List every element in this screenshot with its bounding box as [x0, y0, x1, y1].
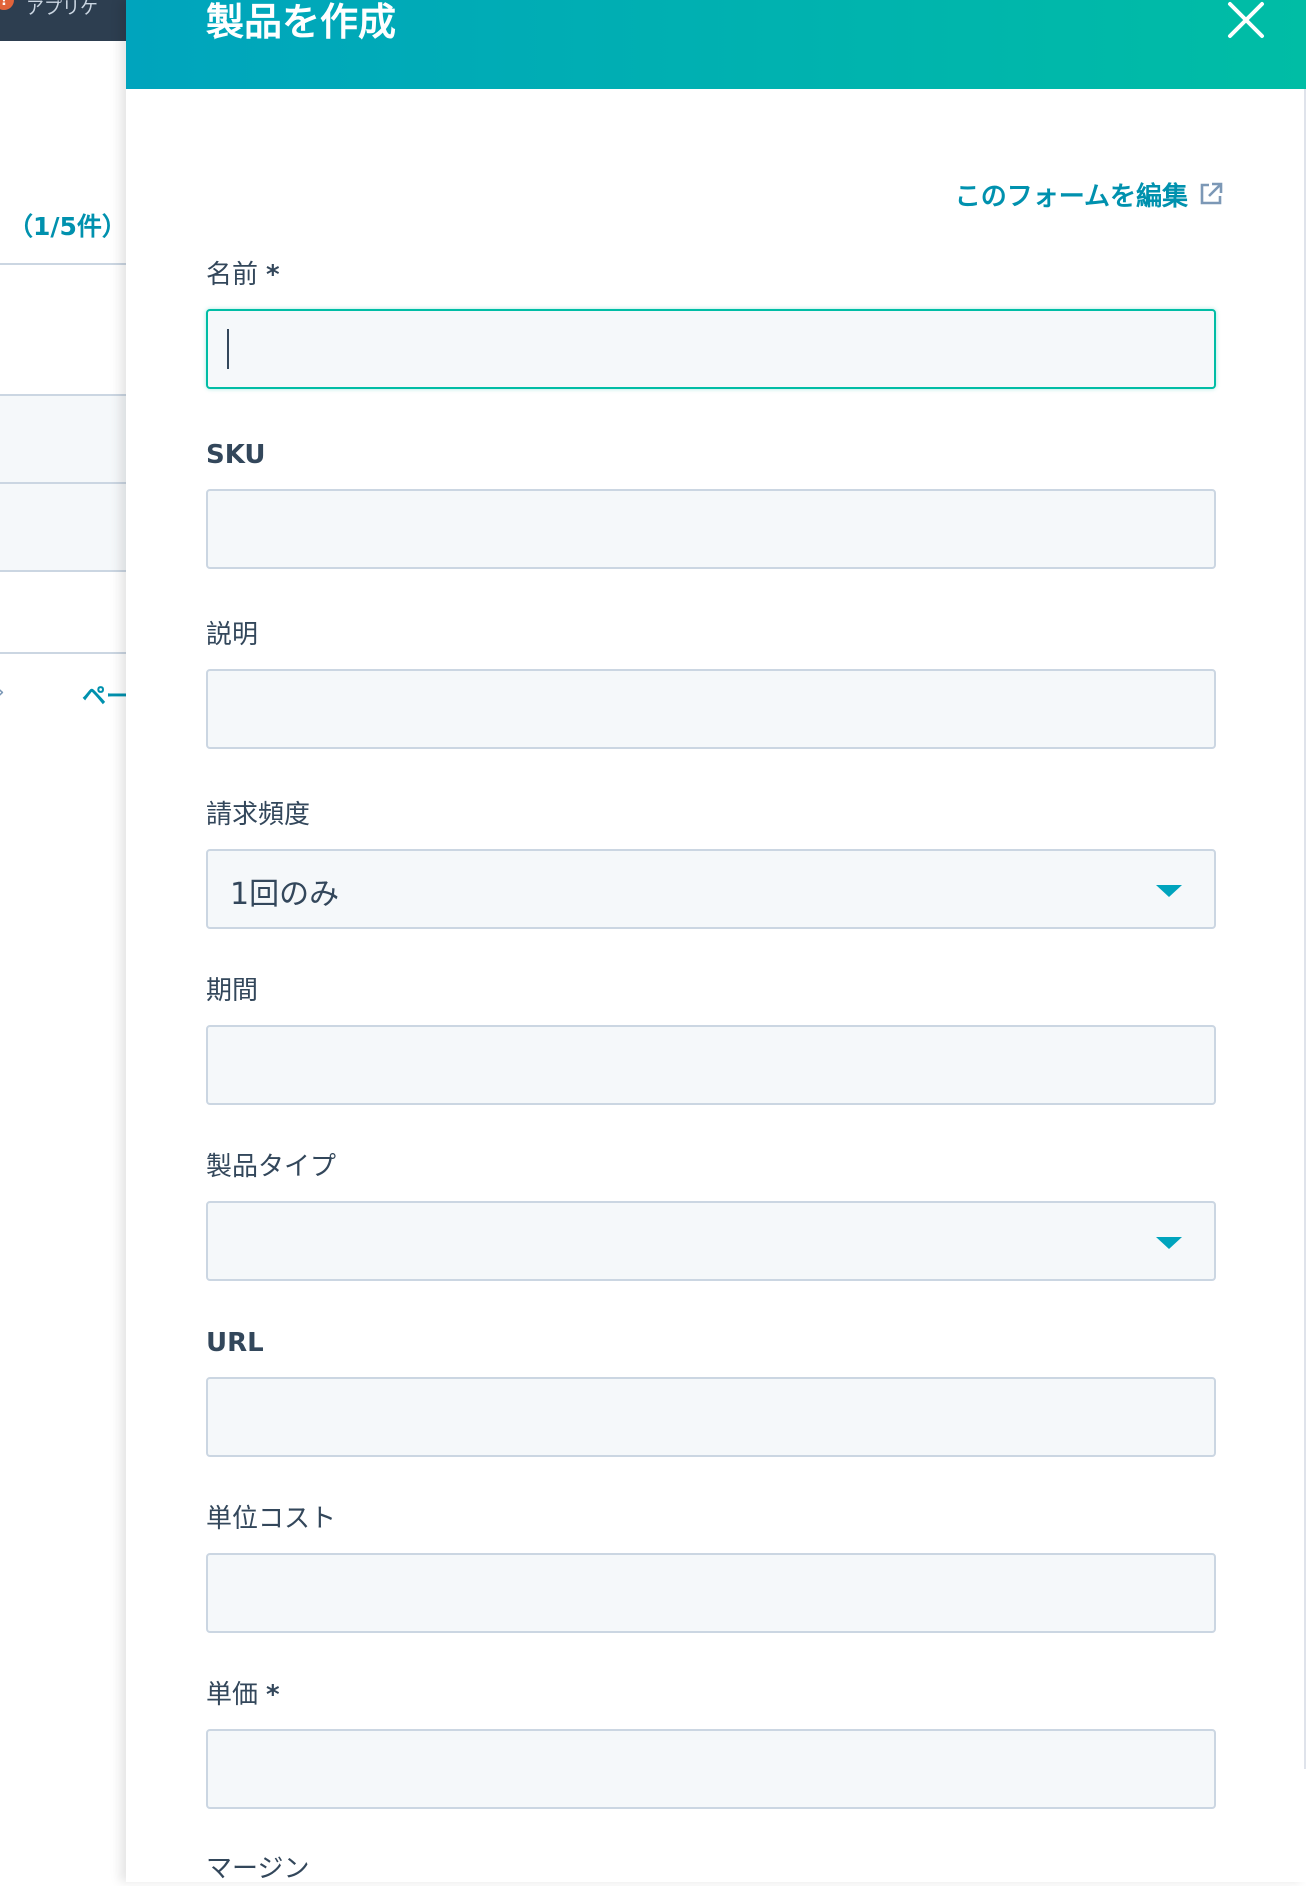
topbar-menu-text[interactable]: アプリケ	[26, 0, 98, 20]
sku-field-label: SKU	[206, 440, 266, 470]
term-input[interactable]	[206, 1025, 1216, 1105]
chevron-right-icon[interactable]: ›	[0, 680, 5, 705]
url-field-label: URL	[206, 1328, 264, 1358]
unit-price-field-label: 単価 *	[206, 1680, 280, 1710]
caret-down-icon	[1156, 885, 1182, 897]
alert-badge[interactable]: !	[0, 0, 14, 10]
edit-form-link-label: このフォームを編集	[954, 181, 1188, 212]
edit-form-link[interactable]: このフォームを編集	[924, 174, 1224, 214]
divider	[0, 570, 130, 572]
panel-title: 製品を作成	[206, 0, 397, 44]
close-button[interactable]	[1224, 0, 1268, 40]
unit-cost-field-label: 単位コスト	[206, 1504, 337, 1534]
term-field-label: 期間	[206, 976, 259, 1006]
name-field-label: 名前 *	[206, 260, 280, 290]
description-input[interactable]	[206, 669, 1216, 749]
description-field-label: 説明	[206, 620, 259, 650]
unit-price-input[interactable]	[206, 1729, 1216, 1809]
divider	[0, 263, 130, 265]
required-mark: *	[266, 1680, 280, 1710]
pagination-link[interactable]: ペー	[82, 676, 130, 711]
background-page: ! アプリケ （1/5件） › ペー	[0, 0, 130, 1882]
table-row[interactable]	[0, 396, 130, 482]
required-mark: *	[266, 260, 280, 290]
billing-frequency-field-label: 請求頻度	[206, 800, 311, 830]
create-product-panel: 製品を作成 このフォームを編集 名前 * SKU 説明 請求頻度 1回のみ 期間 …	[126, 0, 1306, 1884]
sku-input[interactable]	[206, 489, 1216, 569]
external-link-icon	[1200, 182, 1223, 205]
divider	[0, 652, 130, 654]
record-count: （1/5件）	[8, 212, 127, 241]
margin-field-label: マージン	[206, 1854, 310, 1884]
unit-cost-input[interactable]	[206, 1553, 1216, 1633]
caret-down-icon	[1156, 1237, 1182, 1249]
text-cursor	[227, 329, 229, 369]
top-navigation-bar: ! アプリケ	[0, 0, 130, 41]
billing-frequency-value: 1回のみ	[230, 877, 340, 912]
table-row[interactable]	[0, 484, 130, 570]
product-type-select[interactable]	[206, 1201, 1216, 1281]
product-type-field-label: 製品タイプ	[206, 1152, 337, 1182]
close-icon	[1228, 2, 1264, 38]
url-input[interactable]	[206, 1377, 1216, 1457]
name-input[interactable]	[206, 309, 1216, 389]
panel-header: 製品を作成	[126, 0, 1306, 89]
billing-frequency-select[interactable]: 1回のみ	[206, 849, 1216, 929]
